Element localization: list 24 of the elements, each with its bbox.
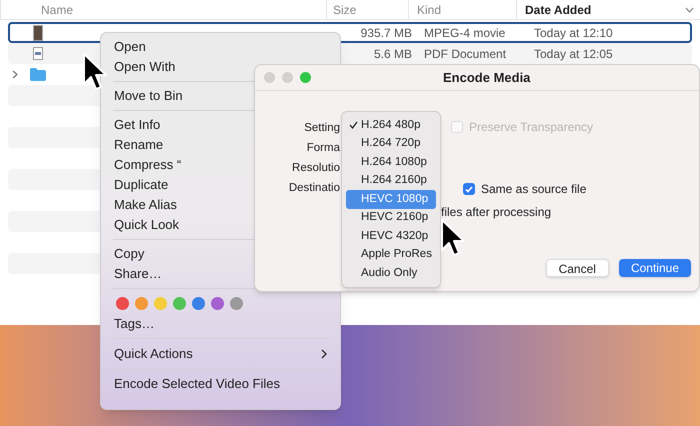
kind-cell-text: PDF Document — [423, 46, 508, 62]
option-label: H.264 480p — [361, 118, 420, 133]
field-label: Destinatio — [288, 181, 340, 196]
size-cell-text: 935.7 MB — [360, 24, 413, 42]
option-label: H.264 2160p — [361, 173, 427, 188]
date-cell-text: Today at 12:10 — [533, 24, 613, 42]
option-label: H.264 720p — [361, 136, 420, 152]
field-label: Forma — [306, 141, 340, 156]
menu-item-label: Quick Actions — [114, 345, 193, 364]
field-label: Resolutio — [292, 161, 340, 176]
checkbox-label: Same as source file — [481, 181, 586, 198]
option-label: Apple ProRes — [361, 247, 432, 262]
option-label: HEVC 2160p — [361, 210, 428, 226]
checkbox-label: Preserve Transparency — [469, 119, 594, 136]
option-label: HEVC 4320p — [361, 228, 428, 244]
option-label: Audio Only — [361, 266, 418, 281]
window-title: Encode Media — [443, 68, 530, 87]
size-cell-text: 5.6 MB — [372, 46, 413, 62]
kind-cell-text: MPEG-4 movie — [423, 24, 506, 42]
date-cell-text: Today at 12:05 — [533, 46, 613, 62]
checkbox-label: files after processing — [441, 204, 552, 221]
option-label: HEVC 1080p — [361, 192, 428, 207]
field-label: Setting — [304, 121, 340, 136]
option-label: H.264 1080p — [361, 154, 427, 170]
